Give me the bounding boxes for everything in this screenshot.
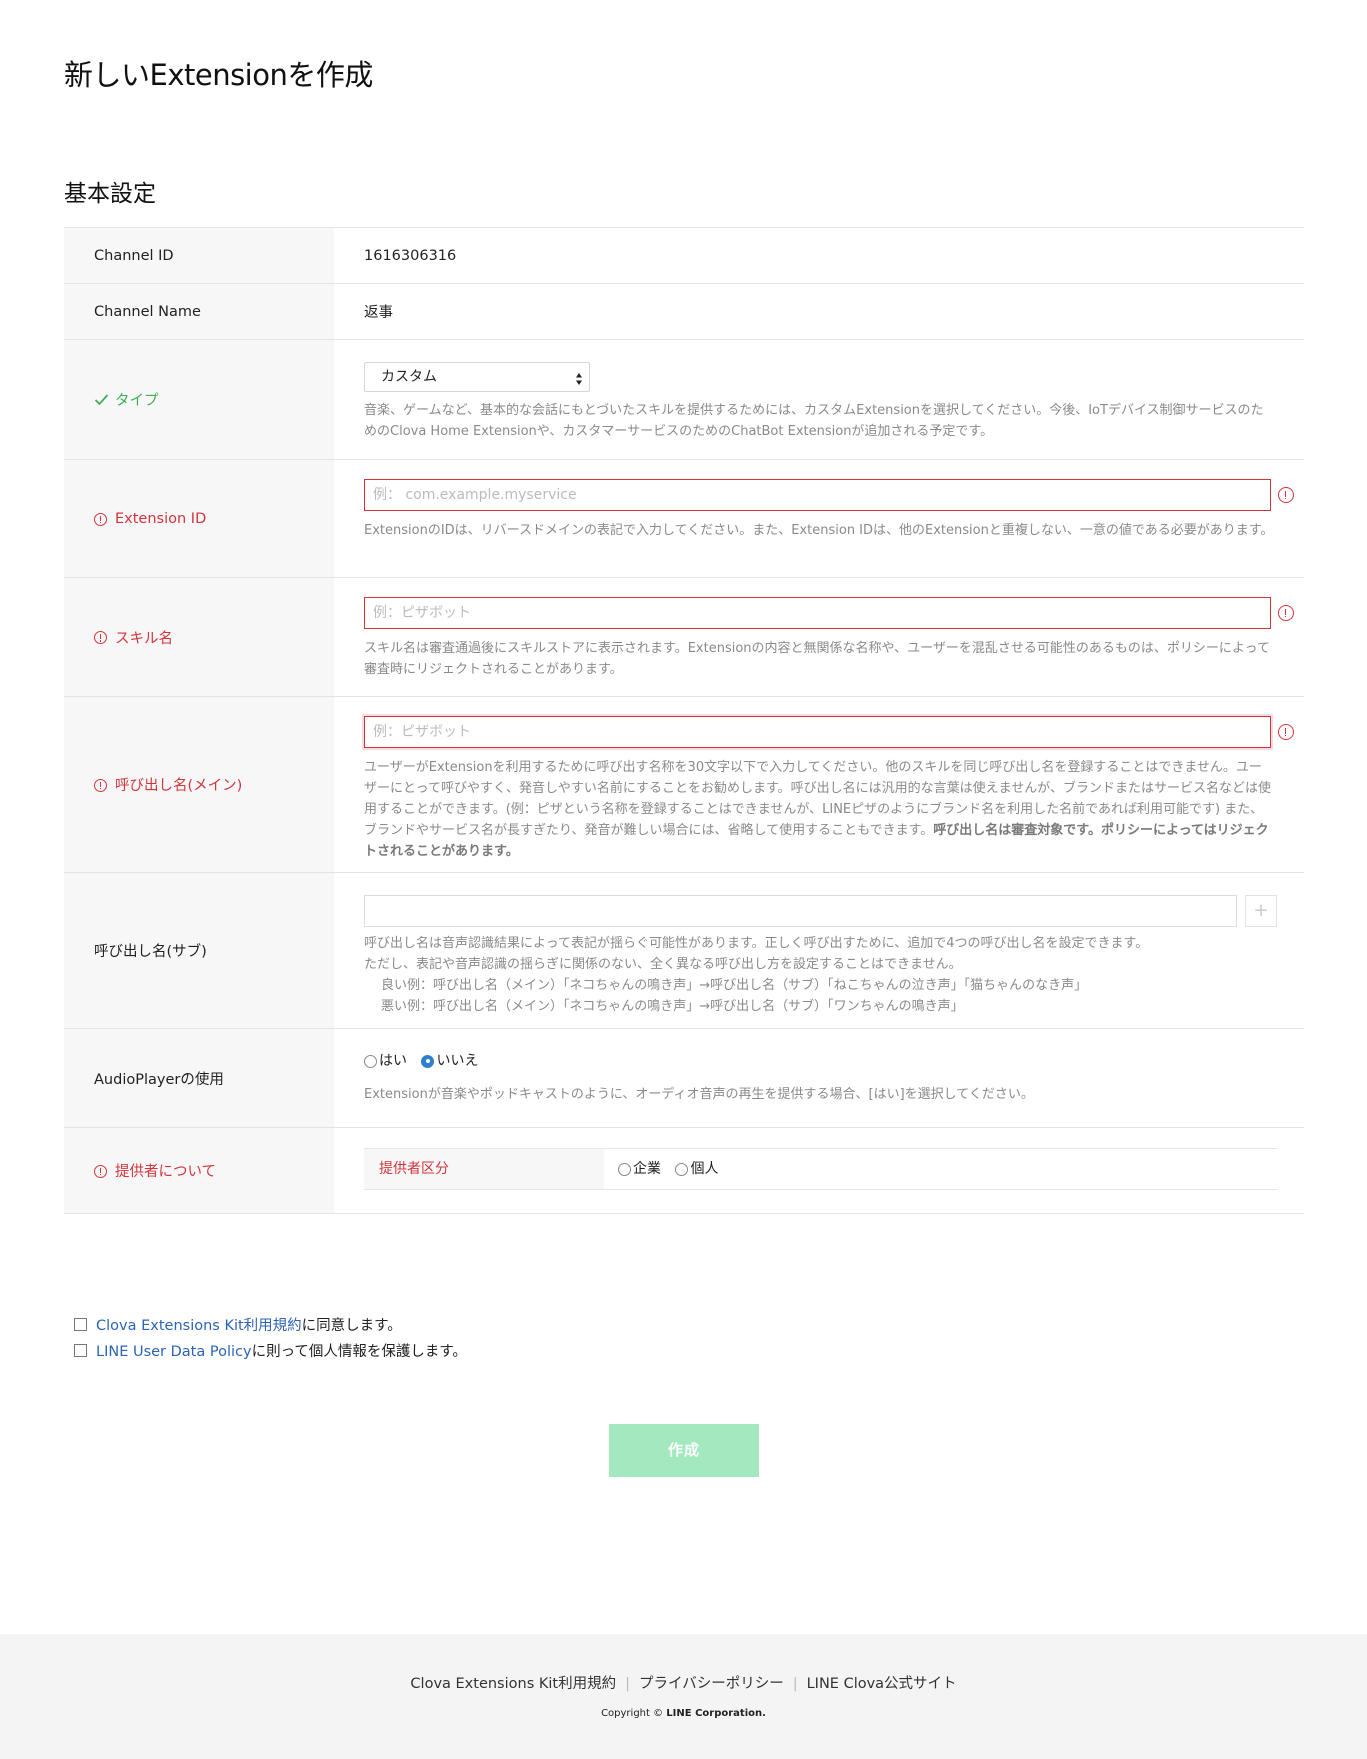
footer: Clova Extensions Kit利用規約 | プライバシーポリシー | LINE… bbox=[0, 1634, 1367, 1759]
section-title: 基本設定 bbox=[64, 181, 156, 207]
type-select[interactable]: カスタム bbox=[364, 362, 590, 392]
footer-link-official[interactable]: LINE Clova公式サイト bbox=[807, 1676, 957, 1692]
invocation-sub-good-example: 良い例：呼び出し名（メイン）「ネコちゃんの鳴き声」→呼び出し名（サブ）「ねこちゃ… bbox=[381, 978, 1088, 993]
skill-name-label: スキル名 bbox=[64, 578, 334, 696]
terms-checkbox[interactable] bbox=[74, 1317, 87, 1331]
row-extension-id: Extension ID 例： com.example.myservice Ex… bbox=[64, 460, 1304, 578]
footer-separator: | bbox=[792, 1676, 798, 1692]
create-button[interactable]: 作成 bbox=[609, 1424, 759, 1477]
type-help: 音楽、ゲームなど、基本的な会話にもとづいたスキルを提供するためには、カスタムEx… bbox=[364, 403, 1264, 439]
invocation-sub-help-line: ただし、表記や音声認識の揺らぎに関係のない、全く異なる呼び出し方を設定することは… bbox=[364, 957, 962, 972]
audio-player-yes[interactable]: はい bbox=[364, 1053, 407, 1069]
type-label-text: タイプ bbox=[115, 393, 159, 409]
row-skill-name: スキル名 例：ピザボット スキル名は審査通過後にスキルストアに表示されます。Ex… bbox=[64, 578, 1304, 697]
radio-no-label: いいえ bbox=[436, 1053, 479, 1069]
radio-individual[interactable] bbox=[675, 1162, 689, 1176]
error-icon bbox=[94, 1163, 109, 1178]
footer-link-privacy[interactable]: プライバシーポリシー bbox=[639, 1676, 784, 1692]
type-label: タイプ bbox=[64, 340, 334, 459]
audio-player-help: Extensionが音楽やポッドキャストのように、オーディオ音声の再生を提供する… bbox=[364, 1087, 1034, 1102]
policy-link[interactable]: LINE User Data Policy bbox=[96, 1344, 252, 1360]
error-icon bbox=[94, 630, 109, 645]
row-provider: 提供者について 提供者区分 企業 個人 bbox=[64, 1128, 1304, 1214]
extension-id-label-text: Extension ID bbox=[115, 510, 207, 527]
select-arrows-icon bbox=[575, 369, 583, 385]
policy-checkbox[interactable] bbox=[74, 1343, 87, 1357]
skill-name-error-icon bbox=[1278, 605, 1294, 621]
agreement-terms: Clova Extensions Kit利用規約に同意します。 bbox=[74, 1313, 467, 1339]
skill-name-help: スキル名は審査通過後にスキルストアに表示されます。Extensionの内容と無関… bbox=[364, 641, 1270, 677]
radio-no[interactable] bbox=[421, 1054, 435, 1068]
agreement-policy: LINE User Data Policyに則って個人情報を保護します。 bbox=[74, 1339, 467, 1365]
check-icon bbox=[94, 392, 109, 407]
audio-player-no[interactable]: いいえ bbox=[421, 1053, 478, 1069]
radio-yes-label: はい bbox=[379, 1053, 407, 1069]
invocation-main-error-icon bbox=[1278, 724, 1294, 740]
row-channel-name: Channel Name 返事 bbox=[64, 284, 1304, 340]
invocation-main-label: 呼び出し名(メイン) bbox=[64, 697, 334, 872]
page-title: 新しいExtensionを作成 bbox=[64, 58, 373, 92]
extension-id-label: Extension ID bbox=[64, 460, 334, 577]
extension-id-input[interactable]: 例： com.example.myservice bbox=[364, 479, 1271, 511]
invocation-main-input[interactable]: 例：ピザボット bbox=[364, 716, 1271, 748]
provider-box: 提供者区分 企業 個人 bbox=[364, 1148, 1277, 1190]
footer-link-terms[interactable]: Clova Extensions Kit利用規約 bbox=[410, 1676, 616, 1692]
row-audio-player: AudioPlayerの使用 はい いいえ Extensionが音楽やポッドキャ… bbox=[64, 1029, 1304, 1128]
copyright: Copyright © LINE Corporation. bbox=[0, 1708, 1367, 1719]
provider-type-options: 企業 個人 bbox=[604, 1149, 718, 1189]
row-invocation-sub: 呼び出し名(サブ) + 呼び出し名は音声認識結果によって表記が揺らぐ可能性があり… bbox=[64, 873, 1304, 1029]
audio-player-label: AudioPlayerの使用 bbox=[64, 1029, 334, 1127]
copyright-prefix: Copyright © bbox=[601, 1708, 664, 1719]
provider-label-text: 提供者について bbox=[115, 1164, 217, 1180]
terms-link[interactable]: Clova Extensions Kit利用規約 bbox=[96, 1318, 302, 1334]
invocation-sub-bad-example: 悪い例：呼び出し名（メイン）「ネコちゃんの鳴き声」→呼び出し名（サブ）「ワンちゃ… bbox=[381, 999, 964, 1014]
channel-id-label: Channel ID bbox=[64, 228, 334, 283]
provider-type-label: 提供者区分 bbox=[364, 1149, 604, 1189]
add-invocation-button[interactable]: + bbox=[1245, 895, 1277, 927]
radio-yes[interactable] bbox=[364, 1054, 377, 1068]
basic-settings-form: Channel ID 1616306316 Channel Name 返事 タイ… bbox=[64, 227, 1304, 1214]
footer-links: Clova Extensions Kit利用規約 | プライバシーポリシー | LINE… bbox=[0, 1672, 1367, 1693]
extension-id-error-icon bbox=[1278, 487, 1294, 503]
audio-player-options: はい いいえ bbox=[364, 1050, 478, 1070]
provider-individual[interactable]: 個人 bbox=[675, 1161, 718, 1177]
error-icon bbox=[94, 777, 109, 792]
policy-text: に則って個人情報を保護します。 bbox=[251, 1344, 467, 1360]
invocation-main-label-text: 呼び出し名(メイン) bbox=[115, 778, 243, 794]
invocation-sub-help-line: 呼び出し名は音声認識結果によって表記が揺らぐ可能性があります。正しく呼び出すため… bbox=[364, 936, 1149, 951]
skill-name-input[interactable]: 例：ピザボット bbox=[364, 597, 1271, 629]
extension-id-help: ExtensionのIDは、リバースドメインの表記で入力してください。また、Ex… bbox=[364, 523, 1274, 538]
provider-label: 提供者について bbox=[64, 1128, 334, 1213]
skill-name-label-text: スキル名 bbox=[115, 630, 173, 647]
invocation-sub-input[interactable] bbox=[364, 895, 1237, 927]
agreements: Clova Extensions Kit利用規約に同意します。 LINE Use… bbox=[74, 1313, 467, 1365]
error-icon bbox=[94, 511, 109, 526]
type-select-value: カスタム bbox=[381, 369, 437, 385]
invocation-sub-help: 呼び出し名は音声認識結果によって表記が揺らぐ可能性があります。正しく呼び出すため… bbox=[364, 933, 1274, 1017]
channel-id-value: 1616306316 bbox=[364, 247, 457, 264]
radio-company-label: 企業 bbox=[633, 1161, 661, 1177]
invocation-sub-label: 呼び出し名(サブ) bbox=[64, 873, 334, 1028]
radio-company[interactable] bbox=[618, 1162, 631, 1176]
channel-name-value: 返事 bbox=[364, 305, 393, 321]
row-invocation-main: 呼び出し名(メイン) 例：ピザボット ユーザーがExtensionを利用するため… bbox=[64, 697, 1304, 873]
invocation-main-help: ユーザーがExtensionを利用するために呼び出す名称を30文字以下で入力して… bbox=[364, 757, 1274, 862]
radio-individual-label: 個人 bbox=[690, 1161, 719, 1177]
footer-separator: | bbox=[625, 1676, 630, 1692]
copyright-owner: LINE Corporation. bbox=[666, 1708, 766, 1719]
provider-company[interactable]: 企業 bbox=[618, 1161, 661, 1177]
row-channel-id: Channel ID 1616306316 bbox=[64, 228, 1304, 284]
terms-text: に同意します。 bbox=[301, 1318, 402, 1334]
row-type: タイプ カスタム 音楽、ゲームなど、基本的な会話にもとづいたスキルを提供するため… bbox=[64, 340, 1304, 460]
channel-name-label: Channel Name bbox=[64, 284, 334, 339]
